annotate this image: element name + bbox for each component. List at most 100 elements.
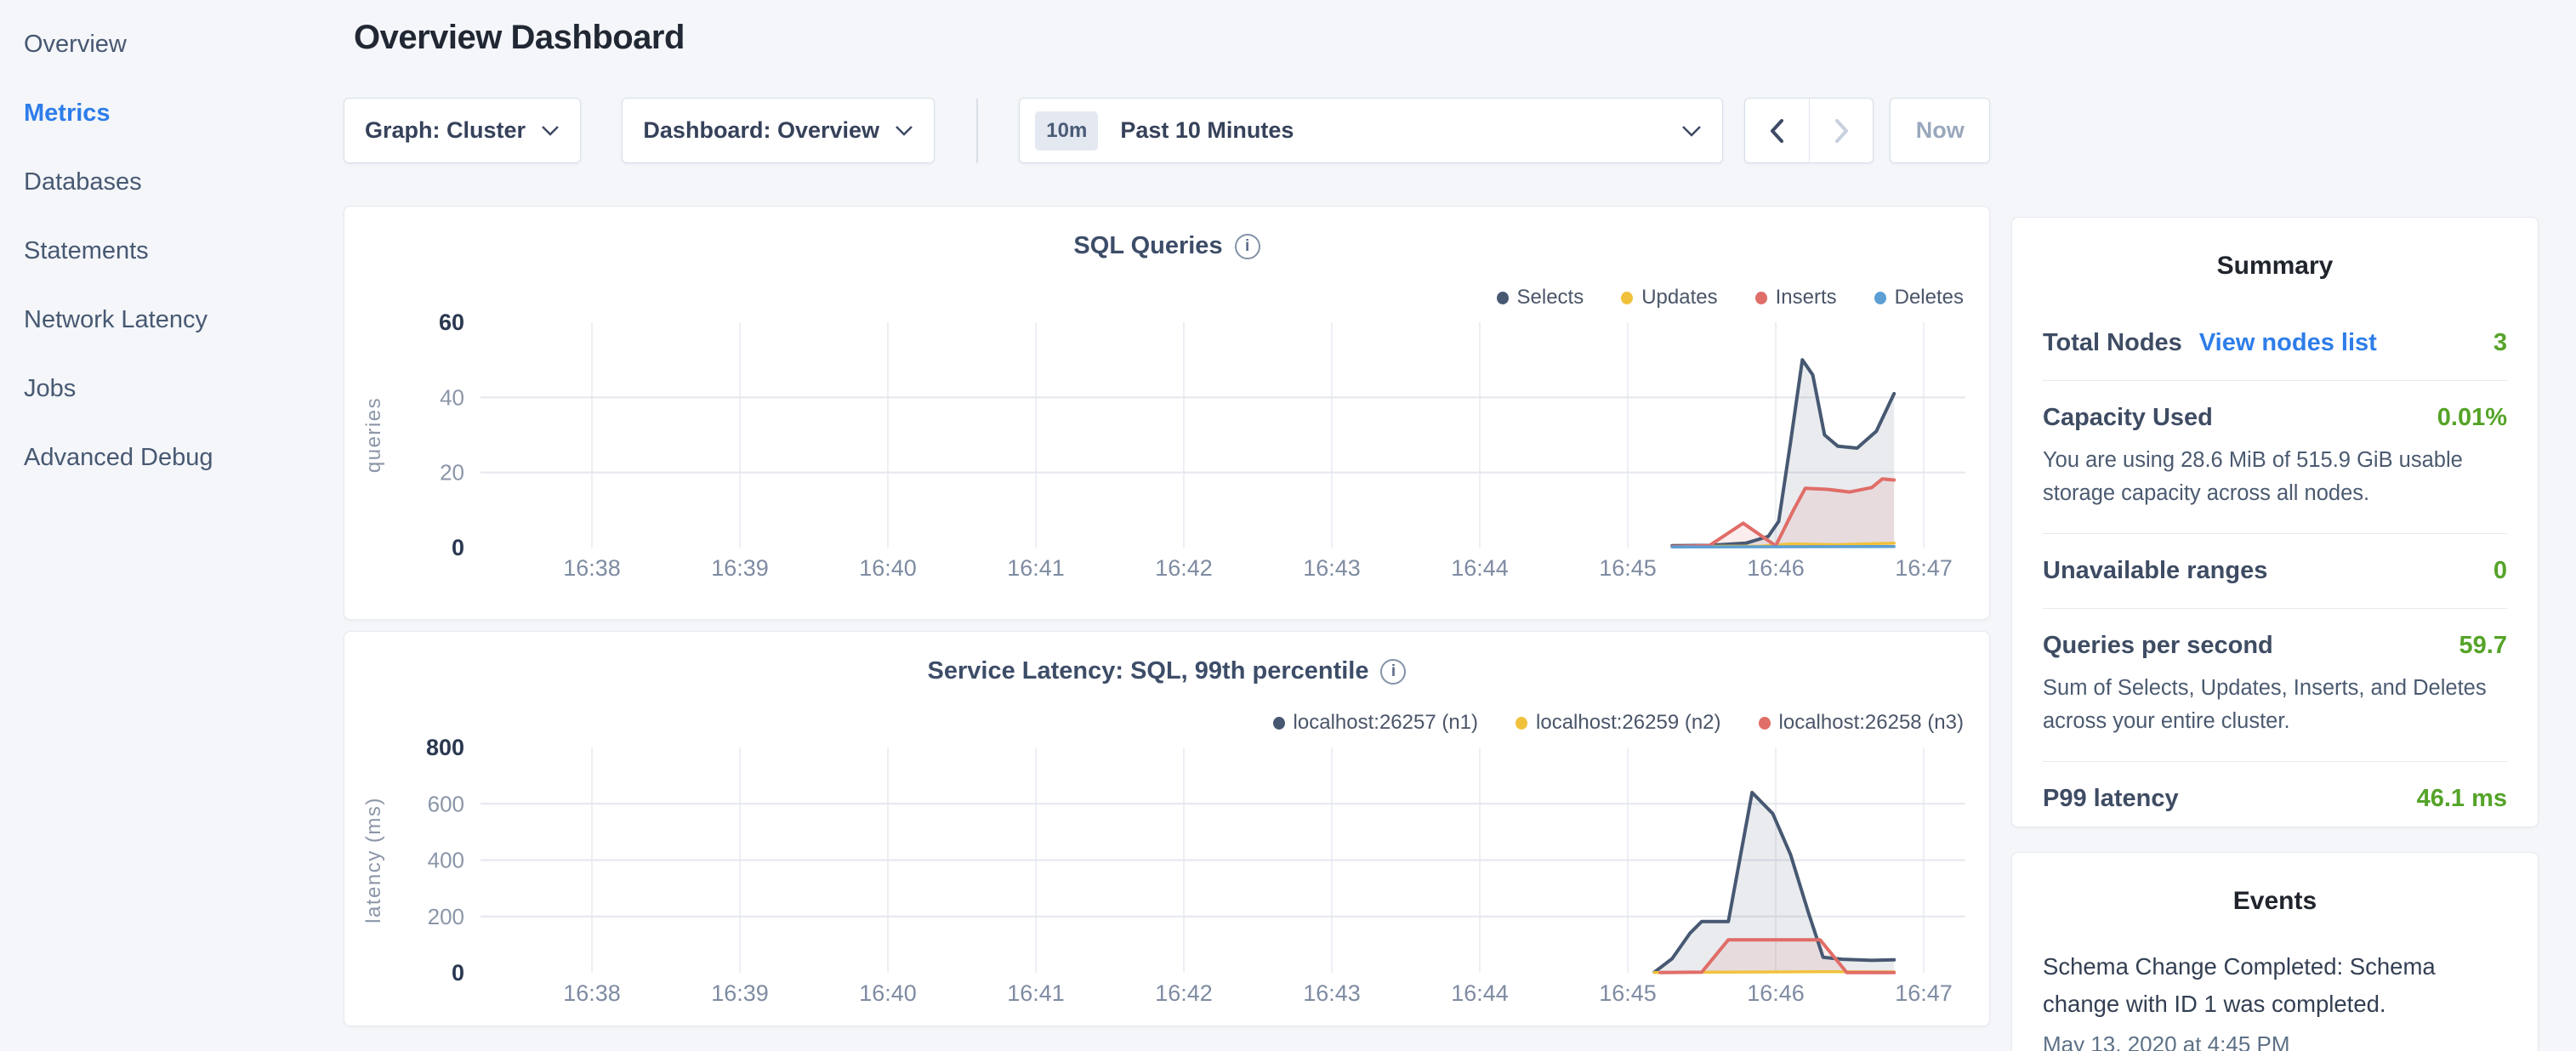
svg-text:20: 20 bbox=[440, 460, 464, 486]
now-button[interactable]: Now bbox=[1890, 98, 1990, 163]
controls-bar: Graph: Cluster Dashboard: Overview 10m P… bbox=[344, 98, 1990, 163]
svg-text:600: 600 bbox=[428, 791, 464, 816]
legend-dot-icon bbox=[1759, 717, 1771, 730]
svg-text:16:43: 16:43 bbox=[1303, 980, 1361, 1006]
time-window-label: Past 10 Minutes bbox=[1120, 117, 1294, 144]
svg-text:16:40: 16:40 bbox=[859, 980, 917, 1006]
summary-panel: Summary Total NodesView nodes list3Capac… bbox=[2011, 217, 2539, 827]
legend-item-updates: Updates bbox=[1621, 286, 1717, 310]
legend-label: Inserts bbox=[1776, 286, 1837, 310]
summary-row-capacity-used: Capacity Used 0.01% You are using 28.6 MiB… bbox=[2043, 380, 2507, 533]
service-latency-chart[interactable]: 16:3816:3916:4016:4116:4216:4316:4416:45… bbox=[344, 737, 1991, 1022]
chevron-left-icon bbox=[1770, 118, 1784, 144]
summary-row-unavailable-ranges: Unavailable ranges0 bbox=[2043, 533, 2507, 608]
event-timestamp: May 13, 2020 at 4:45 PM bbox=[2043, 1031, 2507, 1051]
legend-label: Updates bbox=[1641, 286, 1717, 310]
svg-text:400: 400 bbox=[428, 848, 464, 873]
svg-text:16:41: 16:41 bbox=[1007, 555, 1065, 581]
sidebar-item-overview[interactable]: Overview bbox=[0, 10, 340, 79]
svg-text:16:38: 16:38 bbox=[563, 555, 621, 581]
summary-row-queries-per-second: Queries per second59.7Sum of Selects, Up… bbox=[2043, 608, 2507, 761]
legend-item-localhost-26257-n1: localhost:26257 (n1) bbox=[1273, 711, 1478, 735]
legend-label: localhost:26257 (n1) bbox=[1294, 711, 1478, 735]
summary-value: 0.01% bbox=[2437, 404, 2507, 432]
chart-title: Service Latency: SQL, 99th percentile bbox=[928, 657, 1369, 685]
summary-label: P99 latency bbox=[2043, 785, 2179, 813]
summary-row-p99-latency: P99 latency 46.1 ms bbox=[2043, 761, 2507, 836]
svg-text:16:38: 16:38 bbox=[563, 980, 621, 1006]
legend-item-localhost-26259-n2: localhost:26259 (n2) bbox=[1515, 711, 1720, 735]
summary-label: Unavailable ranges bbox=[2043, 557, 2267, 585]
info-icon[interactable]: i bbox=[1380, 659, 1406, 685]
svg-text:800: 800 bbox=[426, 737, 464, 760]
chart-title: SQL Queries bbox=[1073, 232, 1222, 259]
right-column: Summary Total NodesView nodes list3Capac… bbox=[2011, 217, 2539, 1051]
event-message: Schema Change Completed: Schema change w… bbox=[2043, 948, 2507, 1023]
chart-legend: localhost:26257 (n1) localhost:26259 (n2)… bbox=[344, 710, 1964, 736]
summary-description: Sum of Selects, Updates, Inserts, and De… bbox=[2043, 672, 2507, 738]
svg-text:200: 200 bbox=[428, 904, 464, 929]
svg-text:16:45: 16:45 bbox=[1599, 555, 1657, 581]
svg-text:0: 0 bbox=[452, 535, 464, 560]
legend-label: Deletes bbox=[1895, 286, 1964, 310]
sidebar-item-advanced-debug[interactable]: Advanced Debug bbox=[0, 423, 340, 492]
info-icon[interactable]: i bbox=[1235, 234, 1260, 259]
svg-text:16:42: 16:42 bbox=[1155, 980, 1213, 1006]
next-time-button[interactable] bbox=[1809, 99, 1873, 162]
legend-label: localhost:26258 (n3) bbox=[1779, 711, 1964, 735]
legend-dot-icon bbox=[1515, 717, 1527, 730]
svg-text:16:46: 16:46 bbox=[1747, 555, 1805, 581]
summary-title: Summary bbox=[2043, 252, 2507, 281]
svg-text:16:40: 16:40 bbox=[859, 555, 917, 581]
svg-text:40: 40 bbox=[440, 384, 464, 410]
legend-dot-icon bbox=[1621, 292, 1633, 304]
controls-divider bbox=[976, 99, 978, 163]
svg-text:16:45: 16:45 bbox=[1599, 980, 1657, 1006]
chevron-down-icon bbox=[541, 125, 560, 136]
page-title: Overview Dashboard bbox=[354, 19, 1990, 57]
time-window-selector[interactable]: 10m Past 10 Minutes bbox=[1019, 98, 1722, 163]
legend-item-deletes: Deletes bbox=[1874, 286, 1964, 310]
graph-dropdown[interactable]: Graph: Cluster bbox=[344, 98, 581, 163]
summary-description: You are using 28.6 MiB of 515.9 GiB usab… bbox=[2043, 444, 2507, 510]
summary-value: 46.1 ms bbox=[2417, 785, 2507, 813]
chart-title-row: SQL Queries i bbox=[344, 232, 1989, 264]
svg-text:16:46: 16:46 bbox=[1747, 980, 1805, 1006]
svg-text:16:47: 16:47 bbox=[1895, 980, 1953, 1006]
events-title: Events bbox=[2043, 887, 2507, 916]
sidebar-item-network-latency[interactable]: Network Latency bbox=[0, 286, 340, 355]
svg-text:60: 60 bbox=[439, 312, 464, 335]
svg-text:16:47: 16:47 bbox=[1895, 555, 1953, 581]
service-latency-chart-card: Service Latency: SQL, 99th percentile i l… bbox=[344, 631, 1990, 1026]
svg-text:16:44: 16:44 bbox=[1451, 980, 1509, 1006]
legend-item-inserts: Inserts bbox=[1755, 286, 1837, 310]
event-item[interactable]: Schema Change Completed: Schema change w… bbox=[2043, 948, 2507, 1051]
summary-row-total-nodes: Total NodesView nodes list3 bbox=[2043, 306, 2507, 380]
legend-dot-icon bbox=[1874, 292, 1886, 304]
graph-dropdown-label: Graph: Cluster bbox=[365, 117, 526, 144]
dashboard-dropdown[interactable]: Dashboard: Overview bbox=[622, 98, 935, 163]
view-nodes-list-link[interactable]: View nodes list bbox=[2199, 329, 2377, 357]
legend-dot-icon bbox=[1755, 292, 1767, 304]
svg-text:16:39: 16:39 bbox=[711, 555, 769, 581]
summary-value: 59.7 bbox=[2459, 632, 2507, 660]
prev-time-button[interactable] bbox=[1745, 99, 1809, 162]
chart-title-row: Service Latency: SQL, 99th percentile i bbox=[344, 657, 1989, 690]
summary-label: Capacity Used bbox=[2043, 404, 2213, 432]
main-content: Overview Dashboard Graph: Cluster Dashbo… bbox=[344, 0, 1990, 1026]
svg-text:16:39: 16:39 bbox=[711, 980, 769, 1006]
legend-label: Selects bbox=[1517, 286, 1584, 310]
summary-label: Total Nodes bbox=[2043, 329, 2182, 357]
sql-queries-chart[interactable]: 16:3816:3916:4016:4116:4216:4316:4416:45… bbox=[344, 312, 1991, 597]
sidebar-item-statements[interactable]: Statements bbox=[0, 217, 340, 286]
legend-item-localhost-26258-n3: localhost:26258 (n3) bbox=[1759, 711, 1964, 735]
time-step-buttons bbox=[1744, 98, 1874, 163]
events-panel: Events Schema Change Completed: Schema c… bbox=[2011, 852, 2539, 1051]
legend-dot-icon bbox=[1273, 717, 1285, 730]
sql-queries-chart-card: SQL Queries i Selects Updates Inserts Delete… bbox=[344, 206, 1990, 620]
sidebar-item-jobs[interactable]: Jobs bbox=[0, 355, 340, 423]
sidebar-item-metrics[interactable]: Metrics bbox=[0, 79, 340, 148]
svg-text:16:43: 16:43 bbox=[1303, 555, 1361, 581]
legend-dot-icon bbox=[1497, 292, 1509, 304]
sidebar-item-databases[interactable]: Databases bbox=[0, 148, 340, 217]
